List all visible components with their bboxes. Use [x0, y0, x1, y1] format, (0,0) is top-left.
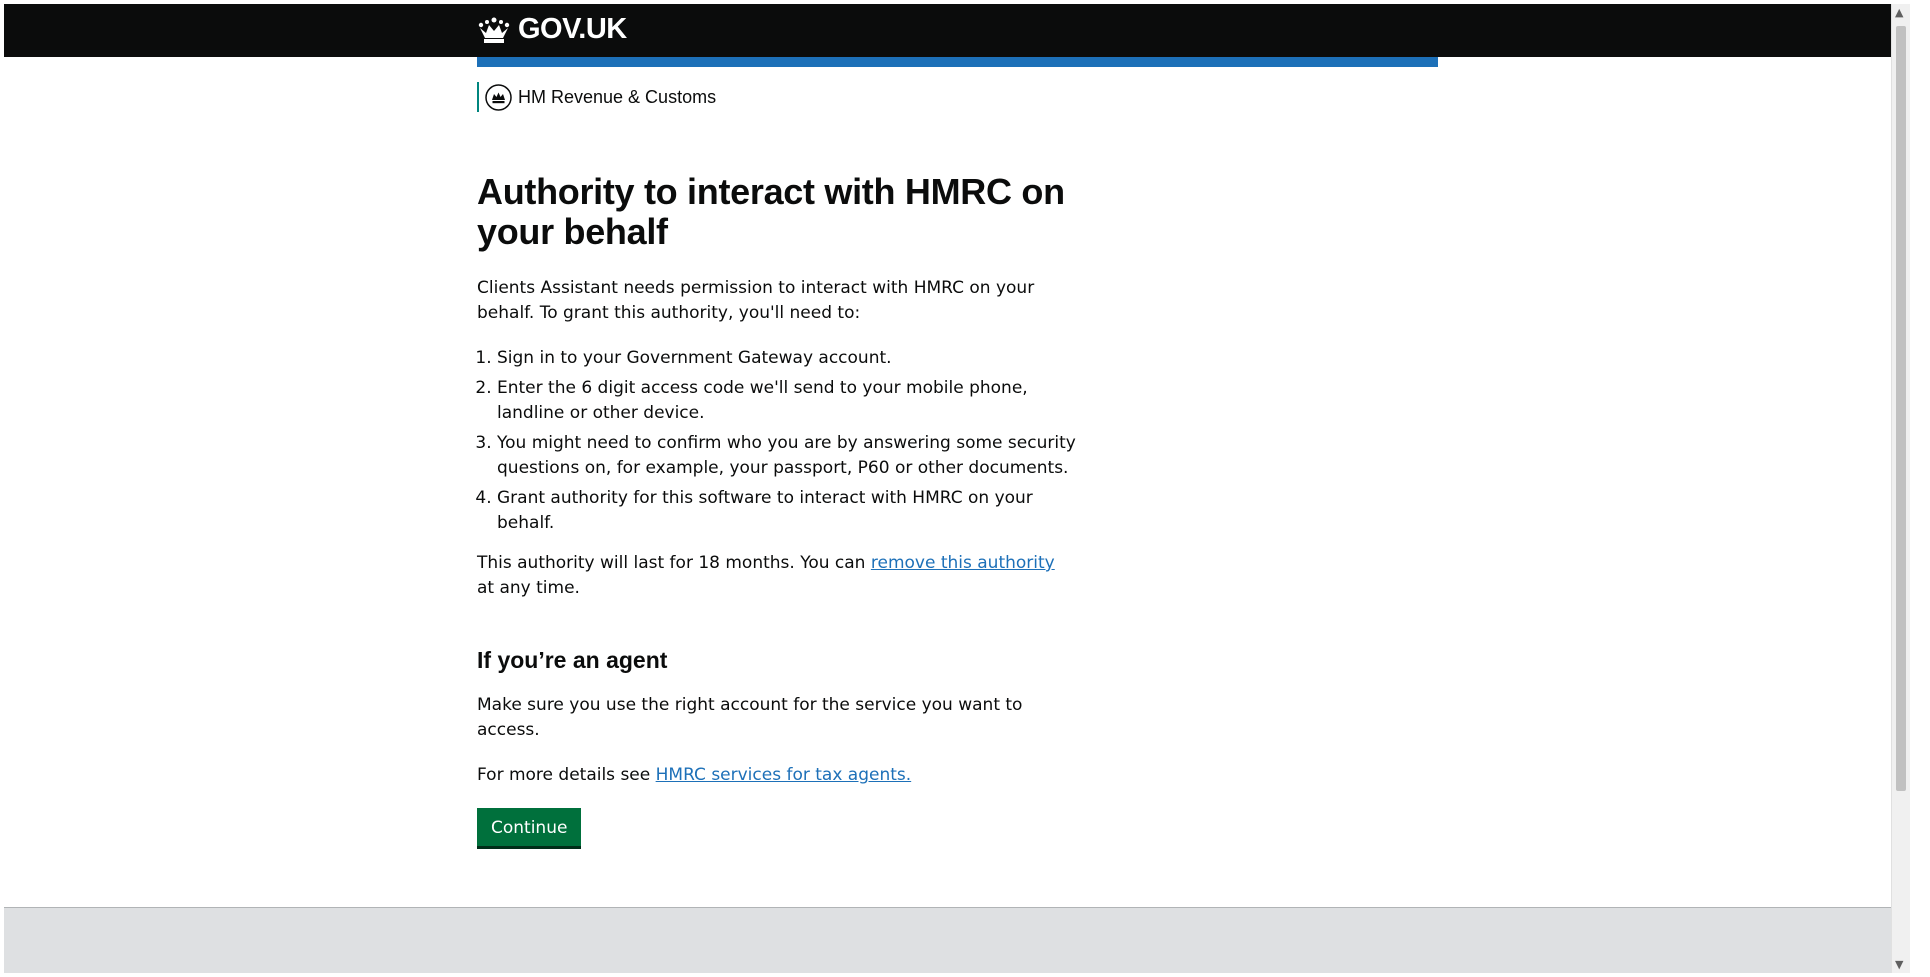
scroll-up-arrow-icon[interactable]: ▲ [1895, 6, 1903, 19]
govuk-logo-link[interactable]: GOV.UK [477, 13, 627, 46]
continue-button[interactable]: Continue [477, 808, 582, 846]
agent-details-text: For more details see HMRC services for t… [477, 763, 1077, 788]
vertical-scrollbar[interactable]: ▲ ▼ [1891, 4, 1910, 973]
browser-page: GOV.UK HM Revenue & Customs Authority to… [4, 4, 1910, 973]
steps-list: Sign in to your Government Gateway accou… [477, 346, 1077, 536]
duration-prefix: This authority will last for 18 months. … [477, 553, 871, 573]
hmrc-crest-icon [485, 83, 512, 111]
list-item: Sign in to your Government Gateway accou… [497, 346, 1077, 371]
crown-icon [478, 17, 510, 43]
list-item: Grant authority for this software to int… [497, 486, 1077, 536]
details-prefix: For more details see [477, 765, 656, 785]
hmrc-agent-services-link[interactable]: HMRC services for tax agents. [656, 765, 912, 785]
page-title: Authority to interact with HMRC on your … [477, 171, 1065, 252]
agent-heading: If you’re an agent [477, 647, 668, 673]
organisation-brand: HM Revenue & Customs [477, 82, 716, 112]
scrollbar-thumb[interactable] [1896, 26, 1906, 791]
scroll-down-arrow-icon[interactable]: ▼ [1895, 958, 1903, 971]
duration-suffix: at any time. [477, 578, 580, 598]
page-footer [4, 907, 1910, 973]
govuk-logo-text: GOV.UK [518, 13, 627, 45]
header-blue-bar [477, 57, 1438, 67]
main-content: Authority to interact with HMRC on your … [477, 172, 1077, 846]
remove-authority-link[interactable]: remove this authority [871, 553, 1055, 573]
organisation-name: HM Revenue & Customs [518, 86, 717, 107]
govuk-header: GOV.UK [4, 4, 1910, 57]
intro-text: Clients Assistant needs permission to in… [477, 278, 1035, 323]
agent-text: Make sure you use the right account for … [477, 695, 1023, 740]
list-item: You might need to confirm who you are by… [497, 431, 1077, 481]
authority-duration-text: This authority will last for 18 months. … [477, 551, 1077, 601]
list-item: Enter the 6 digit access code we'll send… [497, 376, 1077, 426]
